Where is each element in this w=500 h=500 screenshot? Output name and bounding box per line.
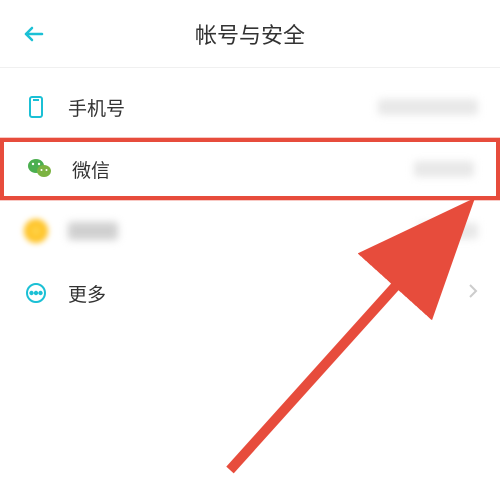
list-item-blurred[interactable] [0, 200, 500, 262]
chevron-right-icon [468, 283, 478, 304]
blurred-value [418, 223, 478, 239]
phone-icon [22, 93, 50, 121]
list-item-label: 微信 [72, 156, 414, 183]
settings-list: 手机号 微信 [0, 68, 500, 324]
list-item-label: 手机号 [68, 94, 378, 121]
wechat-icon [26, 155, 54, 183]
page-title: 帐号与安全 [195, 18, 305, 50]
blurred-icon [22, 217, 50, 245]
list-item-label: 更多 [68, 280, 456, 307]
list-item-wechat[interactable]: 微信 [0, 138, 500, 200]
back-arrow-icon [22, 22, 46, 46]
more-icon [22, 279, 50, 307]
back-button[interactable] [20, 20, 48, 48]
list-item-more[interactable]: 更多 [0, 262, 500, 324]
blurred-label [68, 222, 118, 240]
blurred-value [414, 161, 474, 177]
list-item-phone[interactable]: 手机号 [0, 76, 500, 138]
blurred-value [378, 99, 478, 115]
header: 帐号与安全 [0, 0, 500, 68]
